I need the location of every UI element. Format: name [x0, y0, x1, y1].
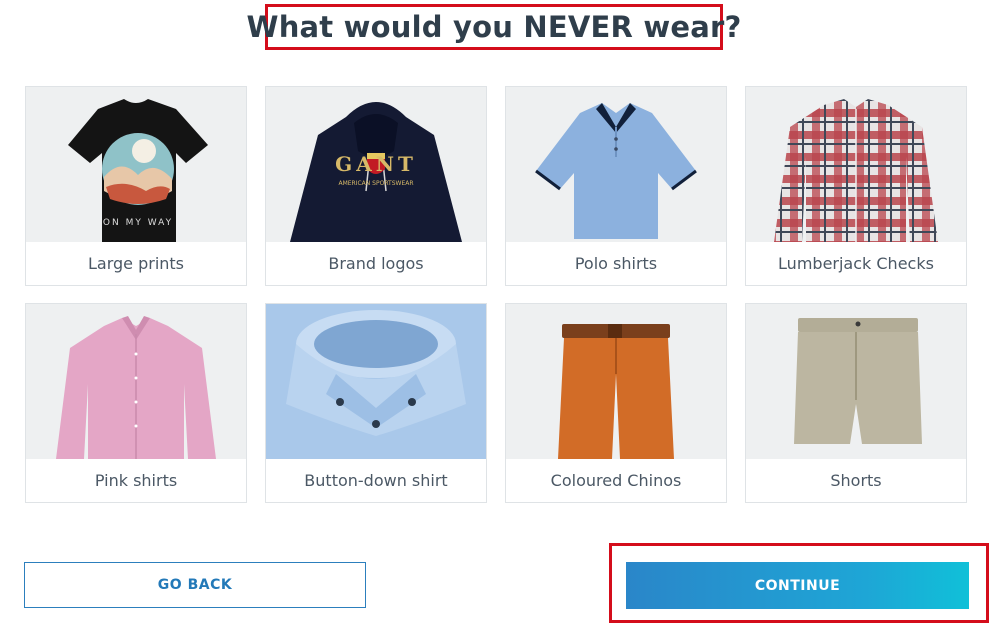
option-card-pink-shirts[interactable]: Pink shirts: [25, 303, 247, 503]
option-label: Pink shirts: [94, 471, 178, 490]
option-card-coloured-chinos[interactable]: Coloured Chinos: [505, 303, 727, 503]
title-highlight-box: What would you NEVER wear?: [247, 4, 741, 50]
option-card-button-down-shirt[interactable]: Button-down shirt: [265, 303, 487, 503]
go-back-button[interactable]: GO BACK: [24, 562, 366, 608]
polo-shirt-image: [506, 87, 726, 242]
option-label: Shorts: [830, 471, 882, 490]
logo-text: GANT: [335, 152, 417, 176]
chinos-image: [506, 304, 726, 459]
option-label: Brand logos: [328, 254, 424, 273]
continue-button[interactable]: CONTINUE: [626, 562, 969, 609]
option-label: Lumberjack Checks: [778, 254, 934, 273]
option-label: Button-down shirt: [304, 471, 448, 490]
option-card-brand-logos[interactable]: GANT AMERICAN SPORTSWEAR Brand logos: [265, 86, 487, 286]
option-card-shorts[interactable]: Shorts: [745, 303, 967, 503]
option-label: Large prints: [87, 254, 185, 273]
button-down-collar-image: [266, 304, 486, 459]
check-shirt-image: [746, 87, 966, 242]
print-text: ON MY WAY: [103, 218, 173, 228]
shorts-image: [746, 304, 966, 459]
option-card-large-prints[interactable]: ON MY WAY Large prints: [25, 86, 247, 286]
option-card-polo-shirts[interactable]: Polo shirts: [505, 86, 727, 286]
page-title: What would you NEVER wear?: [246, 10, 742, 44]
logo-subtext: AMERICAN SPORTSWEAR: [338, 180, 413, 187]
pink-shirt-image: [26, 304, 246, 459]
tshirt-print-image: ON MY WAY: [26, 87, 246, 242]
hoodie-logo-image: GANT AMERICAN SPORTSWEAR: [266, 87, 486, 242]
option-label: Coloured Chinos: [550, 471, 682, 490]
option-card-lumberjack-checks[interactable]: Lumberjack Checks: [745, 86, 967, 286]
option-label: Polo shirts: [574, 254, 658, 273]
